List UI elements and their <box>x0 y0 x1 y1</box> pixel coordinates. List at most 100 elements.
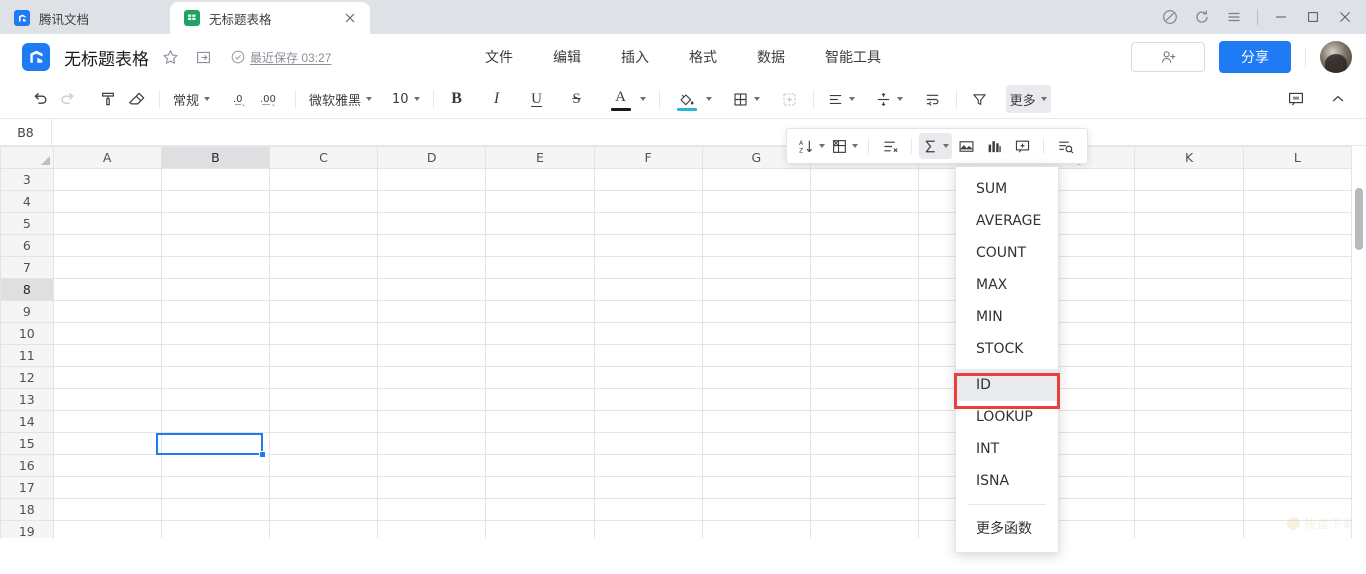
eraser-icon[interactable] <box>122 85 150 113</box>
font-size-dropdown[interactable]: 10 <box>388 85 424 113</box>
cell-E15[interactable] <box>485 432 595 455</box>
cell-F5[interactable] <box>593 212 703 235</box>
cell-B6[interactable] <box>160 234 270 257</box>
column-header-d[interactable]: D <box>377 146 487 169</box>
cell-D12[interactable] <box>377 366 487 389</box>
cell-H11[interactable] <box>809 344 920 367</box>
cell-K5[interactable] <box>1134 212 1244 235</box>
cell-D8[interactable] <box>377 278 487 301</box>
cell-C13[interactable] <box>268 388 379 411</box>
column-header-c[interactable]: C <box>268 146 379 169</box>
insert-comment-button[interactable] <box>1008 133 1036 159</box>
menu-item-sum[interactable]: SUM <box>956 173 1058 205</box>
menu-item-isna[interactable]: ISNA <box>956 465 1058 497</box>
cell-A10[interactable] <box>52 322 162 345</box>
add-user-button[interactable] <box>1131 42 1205 72</box>
cell-F19[interactable] <box>593 520 703 538</box>
sort-button[interactable]: AZ <box>795 133 828 159</box>
vertical-scrollbar-thumb[interactable] <box>1355 188 1363 250</box>
cell-K11[interactable] <box>1134 344 1244 367</box>
formula-input[interactable] <box>52 119 1366 145</box>
cell-K15[interactable] <box>1134 432 1244 455</box>
cell-D19[interactable] <box>377 520 487 538</box>
cell-G19[interactable] <box>701 520 811 538</box>
row-header-14[interactable]: 14 <box>0 410 54 433</box>
cell-C16[interactable] <box>268 454 379 477</box>
cell-E4[interactable] <box>485 190 595 213</box>
row-header-10[interactable]: 10 <box>0 322 54 345</box>
cell-G18[interactable] <box>701 498 811 521</box>
cell-D18[interactable] <box>377 498 487 521</box>
menu-insert[interactable]: 插入 <box>619 43 651 71</box>
menu-format[interactable]: 格式 <box>687 43 719 71</box>
cell-L3[interactable] <box>1242 168 1353 191</box>
page-title[interactable]: 无标题表格 <box>64 45 149 70</box>
conditional-format-button[interactable] <box>876 133 904 159</box>
cell-L12[interactable] <box>1242 366 1353 389</box>
cell-K18[interactable] <box>1134 498 1244 521</box>
cell-E6[interactable] <box>485 234 595 257</box>
cell-A13[interactable] <box>52 388 162 411</box>
cell-A8[interactable] <box>52 278 162 301</box>
cell-E12[interactable] <box>485 366 595 389</box>
cell-D17[interactable] <box>377 476 487 499</box>
decrease-decimal-button[interactable]: .0 <box>226 85 254 113</box>
row-header-9[interactable]: 9 <box>0 300 54 323</box>
cell-G15[interactable] <box>701 432 811 455</box>
cell-D5[interactable] <box>377 212 487 235</box>
cell-L16[interactable] <box>1242 454 1353 477</box>
cell-G6[interactable] <box>701 234 811 257</box>
cell-C3[interactable] <box>268 168 379 191</box>
cell-D3[interactable] <box>377 168 487 191</box>
menu-edit[interactable]: 编辑 <box>551 43 583 71</box>
cell-F14[interactable] <box>593 410 703 433</box>
cell-A4[interactable] <box>52 190 162 213</box>
cell-D6[interactable] <box>377 234 487 257</box>
cell-L13[interactable] <box>1242 388 1353 411</box>
freeze-panes-button[interactable] <box>828 133 861 159</box>
cell-L7[interactable] <box>1242 256 1353 279</box>
row-header-17[interactable]: 17 <box>0 476 54 499</box>
cell-K3[interactable] <box>1134 168 1244 191</box>
cell-D9[interactable] <box>377 300 487 323</box>
cell-L14[interactable] <box>1242 410 1353 433</box>
column-header-f[interactable]: F <box>593 146 703 169</box>
cell-B13[interactable] <box>160 388 270 411</box>
cell-B17[interactable] <box>160 476 270 499</box>
cell-B12[interactable] <box>160 366 270 389</box>
filter-button[interactable] <box>966 85 994 113</box>
cell-E5[interactable] <box>485 212 595 235</box>
menu-item-lookup[interactable]: LOOKUP <box>956 401 1058 433</box>
undo-icon[interactable] <box>26 85 54 113</box>
menu-file[interactable]: 文件 <box>483 43 515 71</box>
cell-H7[interactable] <box>809 256 920 279</box>
strikethrough-button[interactable]: S <box>563 85 591 113</box>
cell-H18[interactable] <box>809 498 920 521</box>
column-header-l[interactable]: L <box>1242 146 1353 169</box>
vertical-scrollbar[interactable] <box>1352 168 1366 538</box>
menu-item-stock[interactable]: STOCK <box>956 333 1058 365</box>
column-header-b[interactable]: B <box>160 146 270 169</box>
cell-A19[interactable] <box>52 520 162 538</box>
cell-F7[interactable] <box>593 256 703 279</box>
comment-icon[interactable] <box>1282 85 1310 113</box>
underline-button[interactable]: U <box>523 85 551 113</box>
cell-F16[interactable] <box>593 454 703 477</box>
menu-item-count[interactable]: COUNT <box>956 237 1058 269</box>
move-to-folder-icon[interactable] <box>191 45 215 69</box>
row-header-12[interactable]: 12 <box>0 366 54 389</box>
cell-C9[interactable] <box>268 300 379 323</box>
cell-L19[interactable] <box>1242 520 1353 538</box>
cell-E13[interactable] <box>485 388 595 411</box>
cell-F18[interactable] <box>593 498 703 521</box>
cell-A15[interactable] <box>52 432 162 455</box>
cell-G12[interactable] <box>701 366 811 389</box>
row-header-15[interactable]: 15 <box>0 432 54 455</box>
cell-B19[interactable] <box>160 520 270 538</box>
cell-E18[interactable] <box>485 498 595 521</box>
cell-B14[interactable] <box>160 410 270 433</box>
sum-function-button[interactable] <box>919 133 952 159</box>
cell-G9[interactable] <box>701 300 811 323</box>
menu-smart-tools[interactable]: 智能工具 <box>823 43 883 71</box>
italic-button[interactable]: I <box>483 85 511 113</box>
